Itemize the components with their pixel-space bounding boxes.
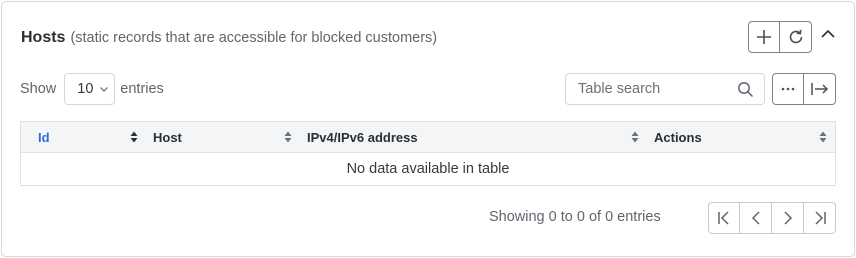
empty-table-message: No data available in table [346, 161, 510, 177]
card-subtitle: (static records that are accessible for … [70, 30, 438, 46]
previous-page-button[interactable] [740, 202, 772, 234]
column-header-ip-address[interactable]: IPv4/IPv6 address [300, 122, 647, 152]
first-page-icon [718, 211, 729, 225]
hosts-card: Hosts (static records that are accessibl… [1, 1, 855, 257]
column-label: Id [38, 129, 50, 145]
plus-icon [757, 30, 771, 44]
length-suffix: entries [120, 81, 164, 97]
next-page-icon [783, 211, 792, 225]
more-icon [781, 87, 795, 91]
sort-icon [631, 131, 639, 143]
chevron-up-icon [821, 29, 835, 38]
prev-page-icon [751, 211, 760, 225]
pagination [708, 202, 836, 234]
collapse-button[interactable] [817, 23, 839, 45]
header-button-group [748, 21, 812, 53]
add-host-button[interactable] [748, 21, 780, 53]
column-header-actions[interactable]: Actions [647, 122, 835, 152]
column-label: Host [153, 129, 182, 145]
table-search [565, 73, 765, 105]
last-page-button[interactable] [804, 202, 836, 234]
table-tools-group [772, 73, 836, 105]
sort-icon [819, 131, 827, 143]
next-page-button[interactable] [772, 202, 804, 234]
export-icon [810, 83, 828, 95]
length-prefix: Show [20, 81, 57, 97]
table-header-row: Id Host IPv4/IPv6 address Actions [21, 122, 835, 153]
last-page-icon [814, 211, 826, 225]
page-length-select[interactable]: 10 [64, 73, 116, 105]
card-title: Hosts [21, 29, 66, 46]
column-label: IPv4/IPv6 address [307, 129, 418, 145]
more-options-button[interactable] [772, 73, 804, 105]
card-header: Hosts (static records that are accessibl… [21, 29, 437, 49]
sort-icon [130, 131, 138, 143]
sort-icon [284, 131, 292, 143]
refresh-button[interactable] [780, 21, 812, 53]
search-input[interactable] [578, 81, 728, 97]
table-info: Showing 0 to 0 of 0 entries [489, 209, 661, 225]
search-icon[interactable] [737, 81, 754, 98]
page-length-value: 10 [77, 81, 94, 97]
chevron-down-icon [100, 87, 109, 92]
column-header-id[interactable]: Id [21, 122, 146, 152]
export-button[interactable] [804, 73, 836, 105]
hosts-table: Id Host IPv4/IPv6 address Actions No dat… [20, 121, 836, 186]
first-page-button[interactable] [708, 202, 740, 234]
column-header-host[interactable]: Host [146, 122, 300, 152]
column-label: Actions [654, 129, 702, 145]
refresh-icon [789, 29, 802, 44]
length-control: Show 10 entries [20, 73, 164, 105]
